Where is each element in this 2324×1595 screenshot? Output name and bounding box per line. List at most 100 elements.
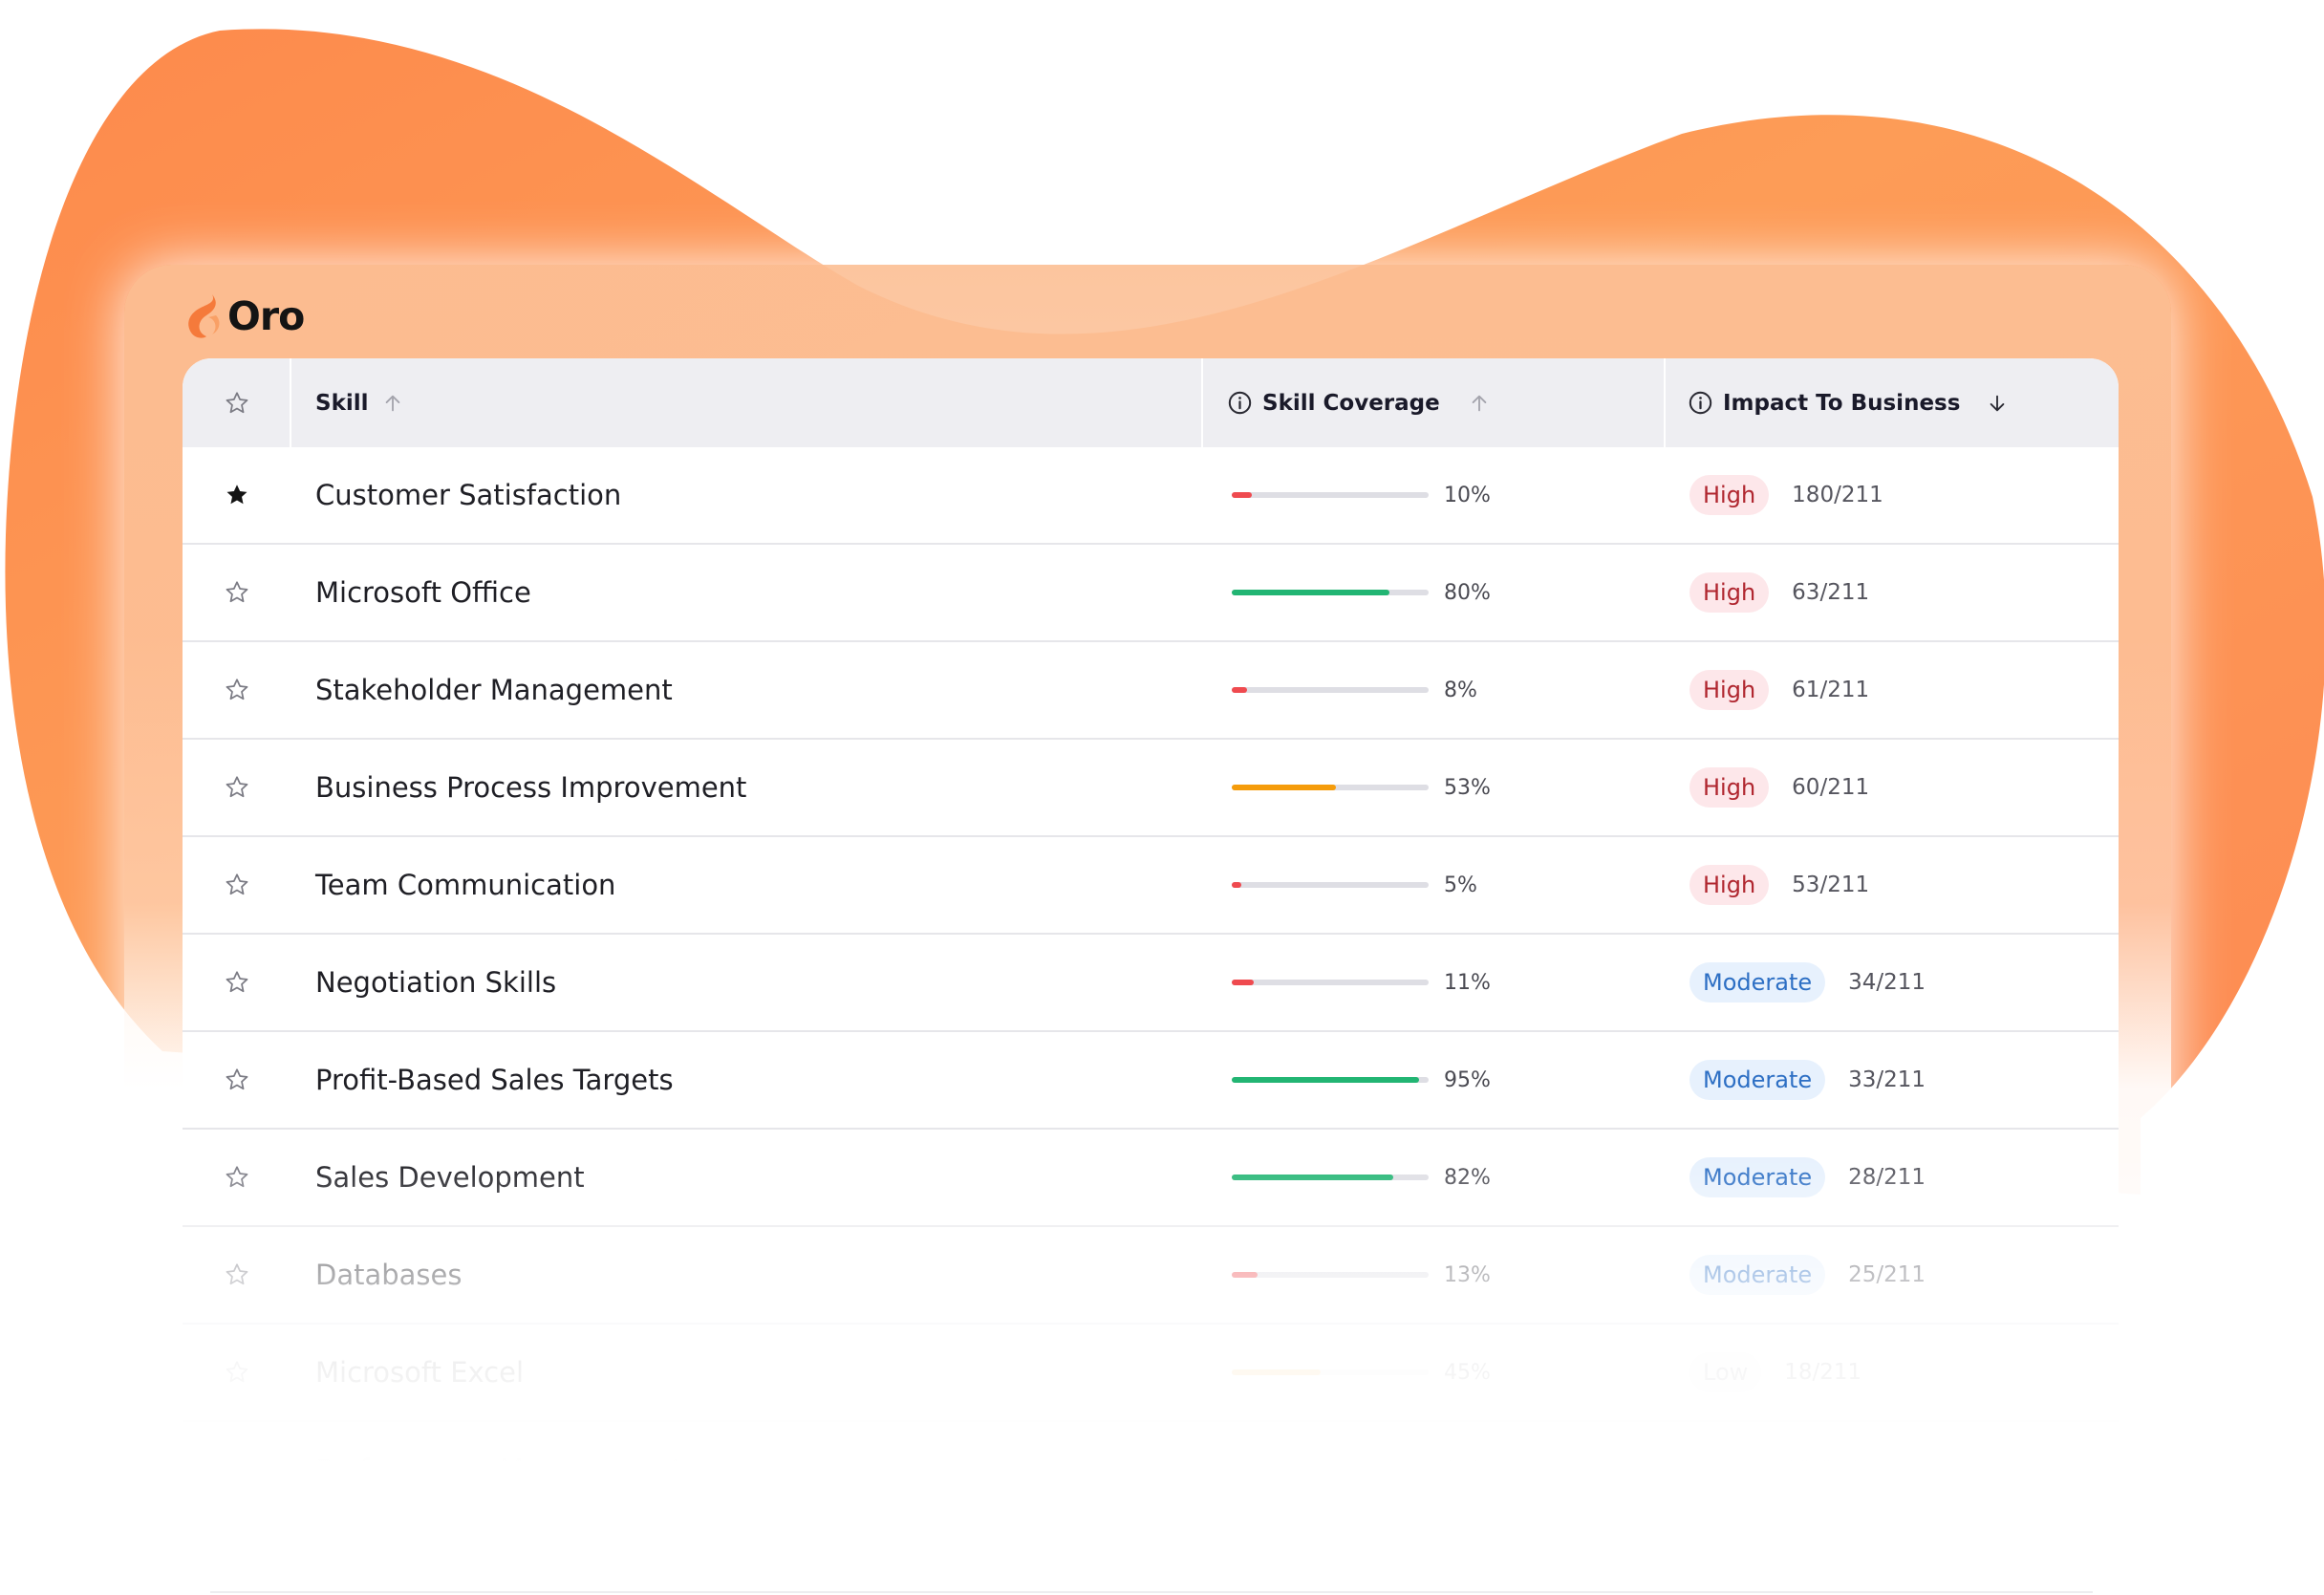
coverage-percent: 80% bbox=[1444, 580, 1491, 605]
coverage-track bbox=[1232, 687, 1429, 693]
favorite-toggle[interactable] bbox=[183, 1325, 291, 1420]
skill-name[interactable]: Profit-Based Sales Targets bbox=[315, 1032, 674, 1128]
coverage-track bbox=[1232, 1077, 1429, 1083]
coverage-percent: 10% bbox=[1444, 483, 1491, 507]
sort-ascending-icon[interactable] bbox=[382, 393, 403, 414]
table-row[interactable]: Team Communication 5% High 53/211 bbox=[183, 837, 2119, 935]
skill-name[interactable]: Databases bbox=[315, 1227, 462, 1323]
skill-name[interactable]: Performance Management bbox=[315, 1422, 682, 1518]
impact-count: 33/211 bbox=[1848, 1067, 1926, 1092]
skill-name[interactable]: Sales Development bbox=[315, 1130, 585, 1225]
impact-badge: Moderate bbox=[1689, 1060, 1826, 1100]
flame-icon bbox=[188, 294, 220, 338]
coverage-track bbox=[1232, 492, 1429, 498]
divider-line bbox=[210, 1591, 2093, 1593]
coverage-percent: 82% bbox=[1444, 1165, 1491, 1190]
coverage-bar bbox=[1232, 545, 1429, 640]
table-body: Customer Satisfaction 10% High 180/211 Micro… bbox=[183, 447, 2119, 1520]
coverage-percent: 5% bbox=[1444, 873, 1477, 897]
impact-count: 63/211 bbox=[1792, 580, 1870, 605]
favorite-toggle[interactable] bbox=[183, 545, 291, 640]
table-row[interactable]: Microsoft Office 80% High 63/211 bbox=[183, 545, 2119, 642]
favorite-toggle[interactable] bbox=[183, 740, 291, 835]
impact-badge: High bbox=[1689, 865, 1770, 905]
coverage-track bbox=[1232, 1369, 1429, 1375]
skill-name[interactable]: Microsoft Office bbox=[315, 545, 531, 640]
impact-badge: Low bbox=[1689, 1352, 1762, 1392]
coverage-fill bbox=[1232, 1369, 1321, 1375]
sort-ascending-icon[interactable] bbox=[1469, 393, 1490, 414]
impact-cell: High 180/211 bbox=[1689, 447, 1883, 543]
oro-logo: Oro bbox=[183, 289, 305, 344]
coverage-header-label: Skill Coverage bbox=[1262, 390, 1440, 416]
impact-badge: Low bbox=[1689, 1450, 1762, 1490]
table-row[interactable]: Microsoft Excel 45% Low 18/211 bbox=[183, 1325, 2119, 1422]
impact-badge: Moderate bbox=[1689, 962, 1826, 1002]
skill-name[interactable]: Stakeholder Management bbox=[315, 642, 673, 738]
coverage-track bbox=[1232, 1175, 1429, 1180]
skill-name[interactable]: Microsoft Excel bbox=[315, 1325, 524, 1420]
coverage-bar bbox=[1232, 1325, 1429, 1420]
star-filled-icon bbox=[226, 485, 247, 505]
info-icon[interactable] bbox=[1688, 390, 1713, 416]
favorite-toggle[interactable] bbox=[183, 1227, 291, 1323]
impact-badge: High bbox=[1689, 572, 1770, 613]
coverage-fill bbox=[1232, 785, 1337, 790]
coverage-track bbox=[1232, 590, 1429, 595]
coverage-fill bbox=[1232, 1175, 1393, 1180]
impact-cell: Moderate 33/211 bbox=[1689, 1032, 1926, 1128]
favorite-toggle[interactable] bbox=[183, 1032, 291, 1128]
skill-name[interactable]: Team Communication bbox=[315, 837, 615, 933]
coverage-percent: 45% bbox=[1444, 1360, 1491, 1385]
skill-name[interactable]: Business Process Improvement bbox=[315, 740, 746, 835]
favorite-toggle[interactable] bbox=[183, 935, 291, 1030]
table-row[interactable]: Databases 13% Moderate 25/211 bbox=[183, 1227, 2119, 1325]
table-header: Skill Skill Coverage Impact To Business bbox=[183, 358, 2119, 447]
coverage-track bbox=[1232, 882, 1429, 888]
star-outline-icon bbox=[226, 873, 248, 895]
impact-count: 18/211 bbox=[1784, 1360, 1862, 1385]
coverage-track bbox=[1232, 785, 1429, 790]
skill-name[interactable]: Negotiation Skills bbox=[315, 935, 556, 1030]
coverage-fill bbox=[1232, 980, 1254, 985]
coverage-fill bbox=[1232, 1467, 1302, 1473]
coverage-bar bbox=[1232, 935, 1429, 1030]
favorite-toggle[interactable] bbox=[183, 1422, 291, 1518]
star-outline-icon bbox=[226, 581, 248, 603]
table-row[interactable]: Business Process Improvement 53% High 60/21… bbox=[183, 740, 2119, 837]
favorite-toggle[interactable] bbox=[183, 642, 291, 738]
star-outline-icon bbox=[226, 971, 248, 993]
table-row[interactable]: Customer Satisfaction 10% High 180/211 bbox=[183, 447, 2119, 545]
column-header-skill-coverage[interactable]: Skill Coverage bbox=[1227, 358, 1490, 447]
table-row[interactable]: Sales Development 82% Moderate 28/211 bbox=[183, 1130, 2119, 1227]
table-row[interactable]: Stakeholder Management 8% High 61/211 bbox=[183, 642, 2119, 740]
impact-count: 60/211 bbox=[1792, 775, 1870, 800]
table-row[interactable]: Performance Management 35% Low 15/211 bbox=[183, 1422, 2119, 1520]
coverage-percent: 13% bbox=[1444, 1262, 1491, 1287]
table-row[interactable]: Negotiation Skills 11% Moderate 34/211 bbox=[183, 935, 2119, 1032]
impact-badge: Moderate bbox=[1689, 1157, 1826, 1197]
impact-badge: Moderate bbox=[1689, 1255, 1826, 1295]
impact-count: 61/211 bbox=[1792, 678, 1870, 702]
coverage-bar bbox=[1232, 447, 1429, 543]
info-icon[interactable] bbox=[1227, 390, 1253, 416]
impact-cell: Moderate 25/211 bbox=[1689, 1227, 1926, 1323]
sort-descending-icon[interactable] bbox=[1987, 393, 2008, 414]
skills-table: Skill Skill Coverage Impact To Business … bbox=[183, 358, 2119, 1595]
favorite-toggle[interactable] bbox=[183, 447, 291, 543]
favorite-toggle[interactable] bbox=[183, 837, 291, 933]
coverage-percent: 35% bbox=[1444, 1457, 1491, 1482]
favorite-toggle[interactable] bbox=[183, 1130, 291, 1225]
header-favorite[interactable] bbox=[183, 358, 291, 447]
impact-count: 15/211 bbox=[1784, 1457, 1862, 1482]
coverage-bar bbox=[1232, 837, 1429, 933]
impact-count: 28/211 bbox=[1848, 1165, 1926, 1190]
coverage-percent: 11% bbox=[1444, 970, 1491, 995]
impact-count: 34/211 bbox=[1848, 970, 1926, 995]
column-header-skill[interactable]: Skill bbox=[315, 358, 403, 447]
coverage-bar bbox=[1232, 1227, 1429, 1323]
star-outline-icon bbox=[226, 1361, 248, 1383]
table-row[interactable]: Profit-Based Sales Targets 95% Moderate 33/… bbox=[183, 1032, 2119, 1130]
skill-name[interactable]: Customer Satisfaction bbox=[315, 447, 621, 543]
column-header-impact-to-business[interactable]: Impact To Business bbox=[1688, 358, 2008, 447]
